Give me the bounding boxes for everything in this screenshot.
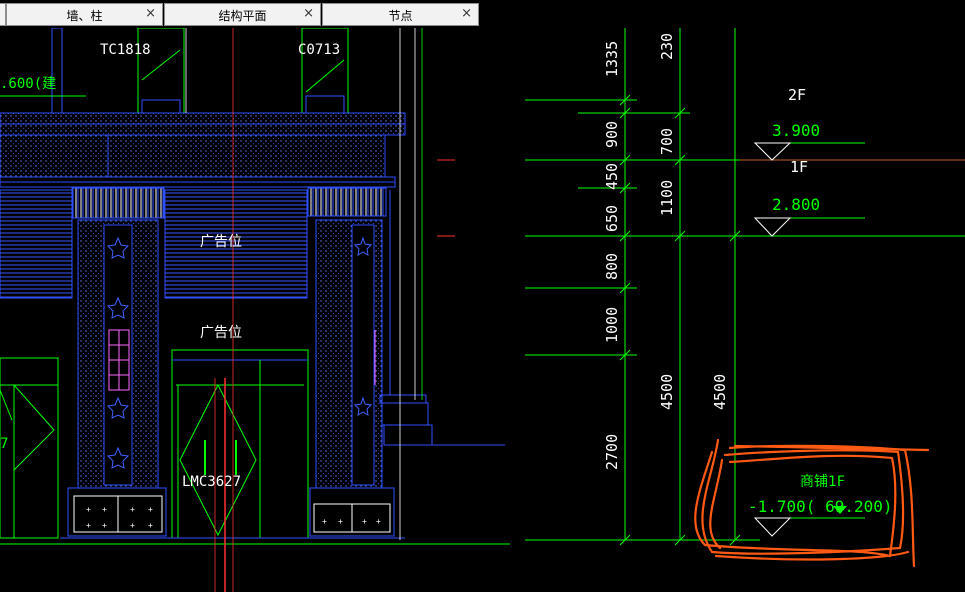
- svg-text:+: +: [148, 505, 153, 514]
- svg-text:+: +: [86, 521, 91, 530]
- storefront-door-lmc3627: [171, 349, 309, 539]
- dim-1000: 1000: [603, 307, 621, 343]
- close-icon[interactable]: ×: [145, 6, 156, 21]
- ad-space-label-upper: 广告位: [200, 234, 242, 250]
- level-marker-2f: 2F 3.900: [753, 86, 865, 161]
- tab-walls-columns-label: 墙、柱: [66, 9, 103, 23]
- ad-space-label-lower: 广告位: [200, 325, 242, 341]
- level-marker-shop-1f: 商铺1F -1.700( 69.200): [748, 474, 893, 537]
- level-name-2f: 2F: [788, 86, 806, 104]
- close-icon[interactable]: ×: [303, 6, 314, 21]
- svg-text:+: +: [130, 505, 135, 514]
- dim-450: 450: [603, 163, 621, 190]
- window-tag-tc1818: TC1818: [100, 42, 151, 58]
- dim-4500-a: 4500: [658, 374, 676, 410]
- cad-drawing-canvas[interactable]: + + + + + + + + + + + + TC1818 C0713 .600(建 广告位 广…: [0, 28, 965, 592]
- tab-structure-plan[interactable]: 结构平面 ×: [164, 3, 321, 26]
- level-marker-1f: 1F 2.800: [753, 158, 865, 237]
- svg-text:+: +: [102, 505, 107, 514]
- level-name-shop: 商铺1F: [800, 474, 845, 490]
- storefront-tag: 7: [0, 436, 8, 452]
- level-value-shop: -1.700( 69.200): [748, 497, 893, 516]
- document-tab-bar: 墙、柱 × 结构平面 × 节点 ×: [0, 0, 965, 28]
- column-capital-right: [307, 187, 387, 217]
- close-icon[interactable]: ×: [461, 6, 472, 21]
- svg-text:+: +: [86, 505, 91, 514]
- window-tag-c0713: C0713: [298, 42, 340, 58]
- level-value-1f: 2.800: [772, 195, 820, 214]
- tab-walls-columns[interactable]: 墙、柱 ×: [6, 3, 163, 26]
- dim-650: 650: [603, 205, 621, 232]
- fascia: [0, 134, 386, 178]
- dim-900: 900: [603, 121, 621, 148]
- dim-1335: 1335: [603, 41, 621, 77]
- svg-text:+: +: [148, 521, 153, 530]
- column-capital-left: [71, 187, 165, 219]
- svg-text:+: +: [338, 517, 343, 526]
- dim-700: 700: [658, 128, 676, 155]
- svg-text:+: +: [130, 521, 135, 530]
- entrance-steps: [379, 190, 505, 446]
- building-facade: + + + + + + + + + + + +: [0, 28, 510, 592]
- svg-text:+: +: [322, 517, 327, 526]
- svg-text:+: +: [376, 517, 381, 526]
- level-value-2f: 3.900: [772, 121, 820, 140]
- dim-2700: 2700: [603, 434, 621, 470]
- door-tag: LMC3627: [182, 474, 241, 490]
- dim-1100: 1100: [658, 180, 676, 216]
- siding-left: [0, 189, 73, 299]
- level-cut-label: .600(建: [0, 76, 56, 92]
- window-c0713: [301, 28, 349, 114]
- svg-text:+: +: [362, 517, 367, 526]
- dim-4500-b: 4500: [711, 374, 729, 410]
- dim-800: 800: [603, 253, 621, 280]
- tab-node-label: 节点: [388, 9, 413, 23]
- tab-node[interactable]: 节点 ×: [322, 3, 479, 26]
- dim-230: 230: [658, 33, 676, 60]
- tab-structure-plan-label: 结构平面: [218, 9, 267, 23]
- svg-text:+: +: [102, 521, 107, 530]
- level-name-1f: 1F: [790, 158, 808, 176]
- window-frame: [51, 28, 63, 114]
